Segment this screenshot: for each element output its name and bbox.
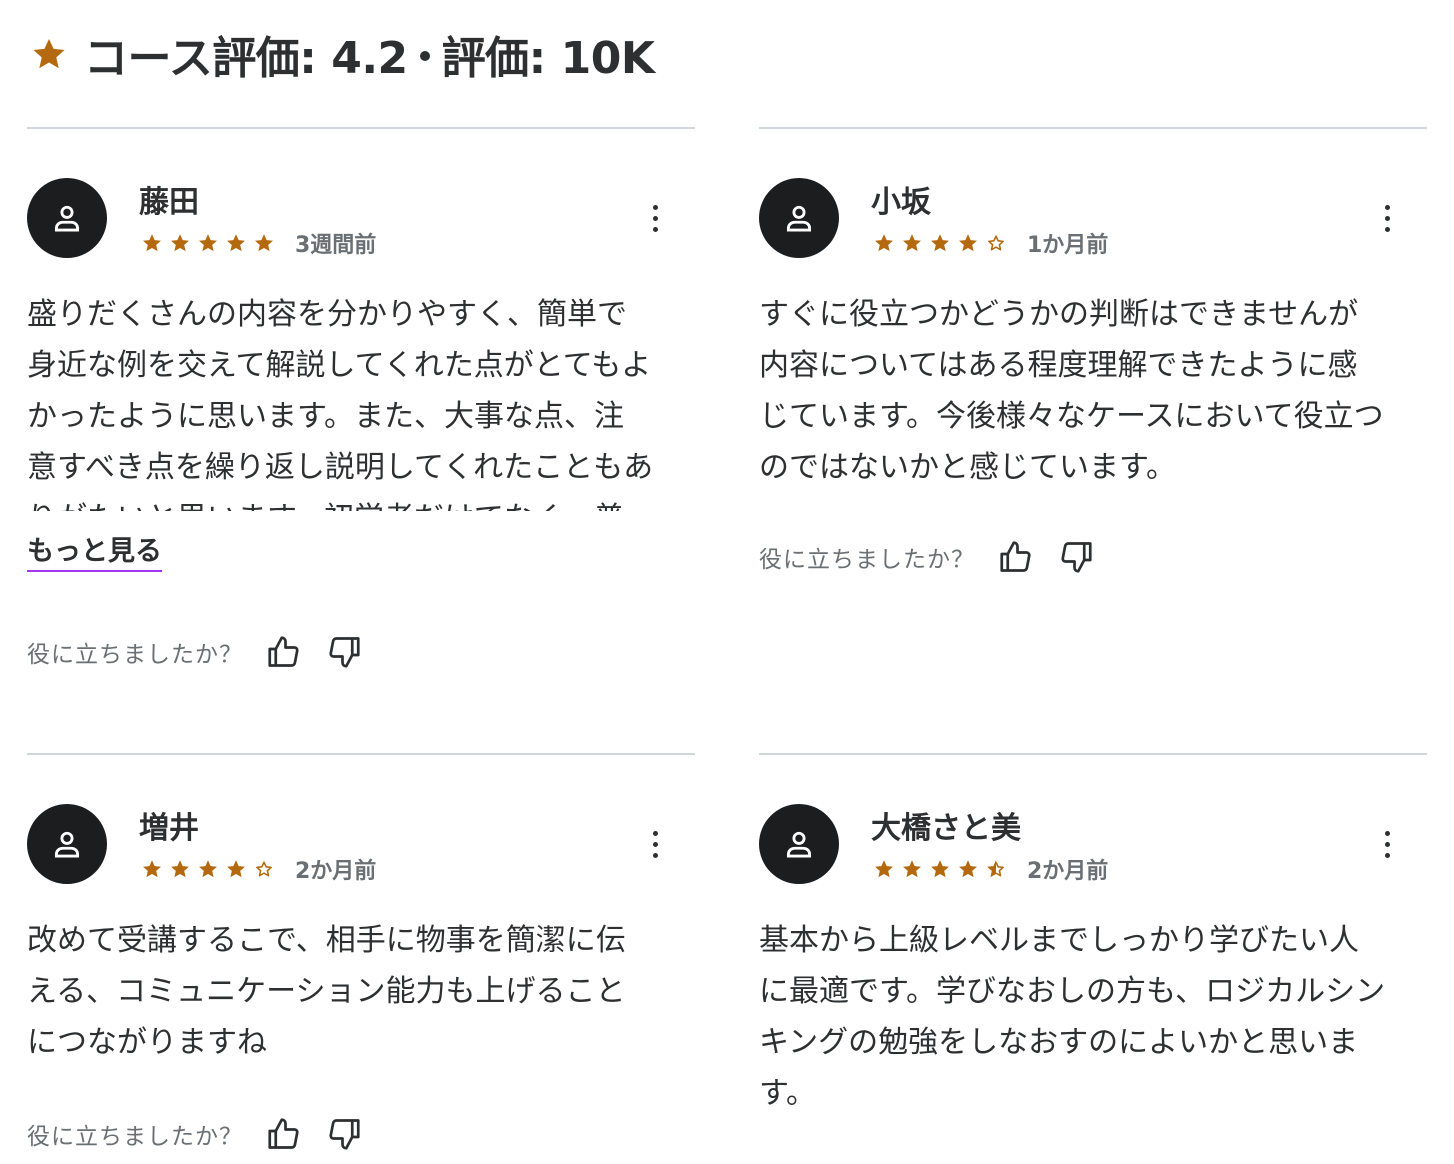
- user-icon: [786, 831, 812, 858]
- divider: [759, 127, 1427, 129]
- review-text: 改めて受講するこで、相手に物事を簡潔に伝 える、コミュニケーション能力も上げるこ…: [27, 923, 626, 1060]
- avatar: [759, 804, 839, 884]
- star-icon: [255, 234, 273, 252]
- kebab-dot: [1384, 226, 1390, 232]
- star-icon: [171, 860, 189, 878]
- kebab-dot: [652, 841, 658, 847]
- thumbs-up-button[interactable]: [265, 1115, 303, 1153]
- star-icon: [875, 860, 893, 878]
- avatar: [27, 178, 107, 258]
- user-icon: [54, 831, 80, 858]
- divider: [27, 753, 695, 755]
- divider: [27, 127, 695, 129]
- review-card: 藤田 3週間前 盛りだくさんの内容を分かりやすく、簡単で 身近な例を交えて解説し…: [27, 127, 695, 707]
- reviewer-name: 藤田: [139, 185, 199, 220]
- helpful-label: 役に立ちましたか？: [759, 547, 975, 573]
- star-empty-icon: [988, 235, 1004, 251]
- thumbs-up-icon: [268, 636, 299, 667]
- star-icon: [227, 860, 245, 878]
- kebab-dot: [1384, 852, 1390, 858]
- review-options-button[interactable]: [641, 826, 669, 862]
- star-icon: [931, 234, 949, 252]
- kebab-dot: [1384, 215, 1390, 221]
- show-more-link[interactable]: もっと見る: [27, 529, 162, 572]
- star-icon: [199, 860, 217, 878]
- star-half-icon: [987, 860, 1004, 878]
- rating-row: 1か月前: [873, 227, 1108, 259]
- rating-row: 3週間前: [141, 227, 376, 259]
- rating-row: 2か月前: [873, 853, 1108, 885]
- thumbs-up-icon: [1000, 541, 1031, 572]
- avatar: [759, 178, 839, 258]
- user-icon: [54, 205, 80, 232]
- kebab-menu-icon: [1384, 204, 1390, 210]
- star-rating: [141, 858, 275, 880]
- kebab-menu-icon: [652, 830, 658, 836]
- review-text: すぐに役立つかどうかの判断はできませんが 内容についてはある程度理解できたように…: [759, 297, 1384, 485]
- kebab-dot: [1384, 841, 1390, 847]
- helpful-feedback: 役に立ちましたか？: [759, 538, 1095, 576]
- reviews-page: コース評価: 4.2 評価: 10K 藤田 3週間前 盛りだくさんの内容を分かり…: [0, 0, 1454, 1164]
- rating-count-text: 評価: 10K: [441, 33, 655, 84]
- star-icon: [875, 234, 893, 252]
- review-date: 3週間前: [295, 233, 377, 258]
- avatar: [27, 804, 107, 884]
- star-icon: [931, 860, 949, 878]
- review-date: 2か月前: [1027, 859, 1109, 884]
- review-text: 基本から上級レベルまでしっかり学びたい人 に最適です。学びなおしの方も、ロジカル…: [759, 923, 1386, 1111]
- thumbs-up-icon: [268, 1118, 299, 1149]
- star-icon: [199, 234, 217, 252]
- review-options-button[interactable]: [1373, 826, 1401, 862]
- star-icon: [227, 234, 245, 252]
- star-rating: [873, 232, 1007, 254]
- kebab-dot: [652, 852, 658, 858]
- rating-row: 2か月前: [141, 853, 376, 885]
- thumbs-down-button[interactable]: [325, 633, 363, 671]
- reviewer-name: 大橋さと美: [871, 811, 1021, 846]
- star-icon: [959, 860, 977, 878]
- star-icon: [33, 38, 65, 69]
- helpful-label: 役に立ちましたか？: [27, 642, 243, 668]
- thumbs-up-button[interactable]: [997, 538, 1035, 576]
- user-icon: [786, 205, 812, 232]
- thumbs-down-icon: [329, 637, 360, 668]
- star-empty-icon: [256, 861, 272, 877]
- review-date: 2か月前: [295, 859, 377, 884]
- star-icon: [171, 234, 189, 252]
- divider: [759, 753, 1427, 755]
- separator-dot: [419, 51, 430, 61]
- course-rating-header: コース評価: 4.2 評価: 10K: [30, 22, 655, 86]
- kebab-menu-icon: [1384, 830, 1390, 836]
- thumbs-down-button[interactable]: [1057, 538, 1095, 576]
- star-rating: [141, 232, 275, 254]
- review-card: 大橋さと美 2か月前 基本から上級レベルまでしっかり学びたい人 に最適です。学び…: [759, 753, 1427, 1164]
- helpful-label: 役に立ちましたか？: [27, 1124, 243, 1150]
- reviewer-name: 増井: [139, 811, 199, 846]
- thumbs-down-icon: [329, 1119, 360, 1150]
- thumbs-down-icon: [1061, 542, 1092, 573]
- review-card: 増井 2か月前 改めて受講するこで、相手に物事を簡潔に伝 える、コミュニケーショ…: [27, 753, 695, 1164]
- reviewer-name: 小坂: [871, 185, 931, 220]
- kebab-menu-icon: [652, 204, 658, 210]
- helpful-feedback: 役に立ちましたか？: [27, 633, 363, 671]
- review-options-button[interactable]: [1373, 200, 1401, 236]
- helpful-feedback: 役に立ちましたか？: [27, 1115, 363, 1153]
- kebab-dot: [652, 226, 658, 232]
- course-rating-text: コース評価: 4.2: [84, 33, 408, 84]
- page-title: コース評価: 4.2 評価: 10K: [84, 22, 655, 86]
- review-options-button[interactable]: [641, 200, 669, 236]
- star-icon: [903, 860, 921, 878]
- star-icon: [959, 234, 977, 252]
- kebab-dot: [652, 215, 658, 221]
- review-card: 小坂 1か月前 すぐに役立つかどうかの判断はできませんが 内容についてはある程度…: [759, 127, 1427, 607]
- thumbs-up-button[interactable]: [265, 633, 303, 671]
- review-date: 1か月前: [1027, 233, 1109, 258]
- thumbs-down-button[interactable]: [325, 1115, 363, 1153]
- review-text: 盛りだくさんの内容を分かりやすく、簡単で 身近な例を交えて解説してくれた点がとて…: [27, 297, 654, 511]
- star-rating: [873, 858, 1007, 880]
- star-icon: [903, 234, 921, 252]
- star-icon: [143, 860, 161, 878]
- star-icon: [143, 234, 161, 252]
